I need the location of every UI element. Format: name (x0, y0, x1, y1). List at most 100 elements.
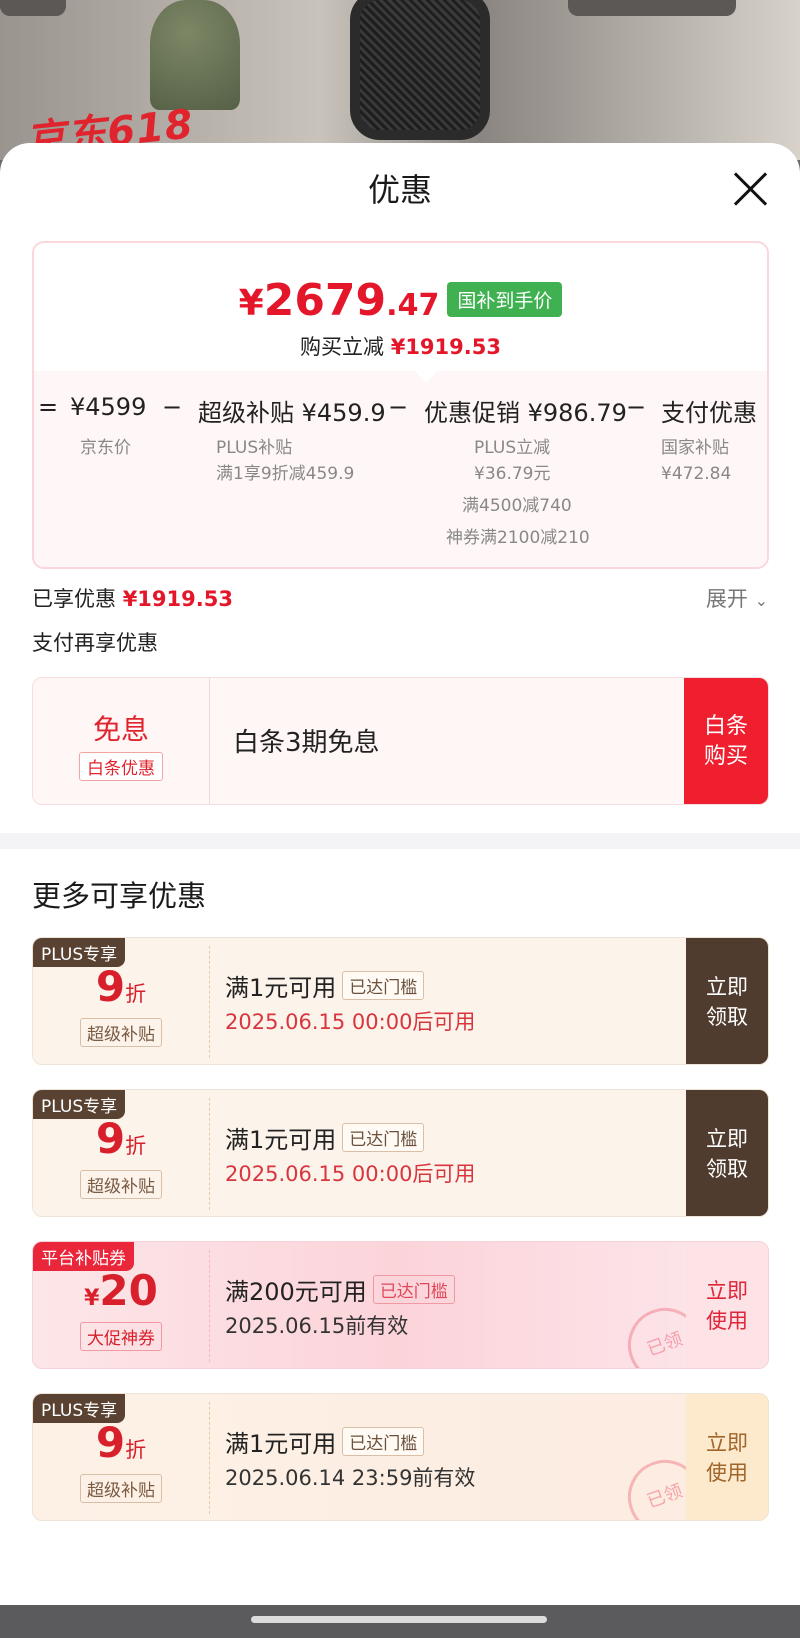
coupon-unit: 折 (125, 1134, 147, 1158)
divider (209, 1402, 210, 1514)
threshold-chip: 已达门槛 (342, 971, 425, 1000)
baitiao-buy-label: 白条购买 (703, 714, 748, 769)
coupon-sub: 超级补贴 (33, 1170, 209, 1199)
reduce-value: ¥1919.53 (390, 335, 501, 359)
threshold-chip: 已达门槛 (342, 1427, 425, 1456)
price-decimal: .47 (386, 288, 440, 323)
enjoyed-label: 已享优惠 (32, 587, 116, 611)
coupon-sub: 超级补贴 (33, 1474, 209, 1503)
sheet-title: 优惠 (367, 171, 432, 209)
enjoyed-value: ¥1919.53 (122, 587, 233, 611)
coupon-unit: 折 (125, 982, 147, 1006)
formula-op: − (626, 393, 647, 421)
formula-op: − (388, 393, 409, 421)
product-background: 京东618 (0, 0, 800, 160)
claim-button[interactable]: 立即领取 (686, 938, 768, 1064)
coupon-sub-tag: 大促神券 (80, 1322, 162, 1351)
claim-button[interactable]: 立即领取 (686, 1090, 768, 1216)
formula-sub: 满1享9折减459.9 (216, 464, 355, 484)
coupon-sub-tag: 超级补贴 (80, 1018, 162, 1047)
reduce-line: 购买立减 ¥1919.53 (34, 331, 767, 361)
coupon-card: PLUS专享 9折 超级补贴 满1元可用 已达门槛 2025.06.15 00:0… (32, 937, 769, 1065)
back-button[interactable] (0, 0, 66, 16)
formula-jd-price: ¥4599 (70, 393, 147, 421)
coupon-condition: 满200元可用 已达门槛 (225, 1272, 455, 1307)
formula-op: = (38, 393, 59, 421)
divider (209, 1098, 210, 1210)
section-gap (0, 833, 800, 849)
formula-promotion: 优惠促销 ¥986.79 (424, 399, 627, 427)
more-discounts-title: 更多可享优惠 (32, 879, 207, 913)
chair-image (350, 0, 490, 140)
use-label: 立即使用 (706, 1431, 748, 1485)
coupon-sub: 大促神券 (33, 1322, 209, 1351)
threshold-chip: 已达门槛 (342, 1123, 425, 1152)
coupon-value: ¥20 (33, 1266, 209, 1315)
baitiao-tag: 白条优惠 (79, 752, 163, 781)
price-currency: ¥ (238, 283, 264, 324)
coupon-value: 9折 (33, 1114, 209, 1163)
coupon-sub-tag: 超级补贴 (80, 1170, 162, 1199)
coupon-cond-text: 满1元可用 (225, 974, 337, 1002)
price-integer: 2679 (263, 275, 387, 326)
use-button[interactable]: 立即使用 (686, 1394, 768, 1520)
chevron-down-icon: ⌄ (754, 591, 768, 610)
formula-super-subsidy: 超级补贴 ¥459.9 (198, 399, 386, 427)
coupon-card: 平台补贴券 ¥20 大促神券 满200元可用 已达门槛 2025.06.15前有效… (32, 1241, 769, 1369)
claim-label: 立即领取 (706, 1127, 748, 1181)
formula-sub: 神券满2100减210 (446, 528, 590, 548)
coupon-sub: 超级补贴 (33, 1018, 209, 1047)
claim-label: 立即领取 (706, 975, 748, 1029)
coupon-number: 20 (99, 1266, 158, 1315)
coupon-cond-text: 满1元可用 (225, 1126, 337, 1154)
formula-sub: 京东价 (80, 438, 131, 458)
close-icon[interactable] (732, 171, 768, 207)
baitiao-left: 免息 白条优惠 (33, 678, 209, 804)
formula-payment: 支付优惠 (661, 399, 757, 427)
coupon-condition: 满1元可用 已达门槛 (225, 1424, 425, 1459)
formula-op: − (162, 393, 183, 421)
coupon-time: 2025.06.15 00:00后可用 (225, 1010, 476, 1034)
coupon-condition: 满1元可用 已达门槛 (225, 1120, 425, 1155)
divider (209, 946, 210, 1058)
baitiao-title: 免息 (92, 713, 149, 746)
coupon-currency: ¥ (84, 1286, 100, 1311)
use-button[interactable]: 立即使用 (686, 1242, 768, 1368)
coupon-unit: 折 (125, 1438, 147, 1462)
coupon-time: 2025.06.15前有效 (225, 1314, 409, 1338)
coupon-card: PLUS专享 9折 超级补贴 满1元可用 已达门槛 2025.06.14 23:5… (32, 1393, 769, 1521)
coupon-sub-tag: 超级补贴 (80, 1474, 162, 1503)
coupon-cond-text: 满200元可用 (225, 1278, 367, 1306)
formula-sub: PLUS立减 (474, 438, 551, 458)
divider (209, 1250, 210, 1362)
baitiao-desc: 白条3期免息 (233, 728, 380, 758)
enjoyed-discount: 已享优惠 ¥1919.53 (32, 583, 233, 613)
coupon-card: PLUS专享 9折 超级补贴 满1元可用 已达门槛 2025.06.15 00:0… (32, 1089, 769, 1217)
formula-sub: 满4500减740 (462, 496, 572, 516)
use-label: 立即使用 (706, 1279, 748, 1333)
divider (209, 678, 210, 804)
expand-label: 展开 (705, 587, 748, 611)
formula-sub: ¥36.79元 (474, 464, 551, 484)
coupon-time: 2025.06.15 00:00后可用 (225, 1162, 476, 1186)
home-indicator[interactable] (251, 1616, 547, 1623)
price-tag-badge: 国补到手价 (447, 282, 563, 317)
coupon-cond-text: 满1元可用 (225, 1430, 337, 1458)
coupon-number: 9 (95, 1114, 126, 1163)
top-right-buttons[interactable] (568, 0, 736, 16)
coupon-value: 9折 (33, 1418, 209, 1467)
expand-button[interactable]: 展开 ⌄ (706, 583, 768, 613)
formula-sub: 国家补贴 (661, 438, 729, 458)
formula-sub: PLUS补贴 (216, 438, 293, 458)
home-indicator-bar (0, 1605, 800, 1638)
coupon-condition: 满1元可用 已达门槛 (225, 968, 425, 1003)
threshold-chip: 已达门槛 (372, 1275, 455, 1304)
reduce-label: 购买立减 (300, 335, 385, 359)
coupon-time: 2025.06.14 23:59前有效 (225, 1466, 476, 1490)
pay-more-label: 支付再享优惠 (32, 631, 158, 655)
coupon-value: 9折 (33, 962, 209, 1011)
final-price: ¥2679.47 国补到手价 (34, 275, 767, 326)
baitiao-buy-button[interactable]: 白条购买 (684, 678, 768, 804)
price-breakdown: ¥2679.47 国补到手价 购买立减 ¥1919.53 = ¥4599 京东价 … (32, 241, 769, 569)
discount-sheet: 优惠 ¥2679.47 国补到手价 购买立减 ¥1919.53 = ¥4599 京… (0, 143, 800, 1638)
